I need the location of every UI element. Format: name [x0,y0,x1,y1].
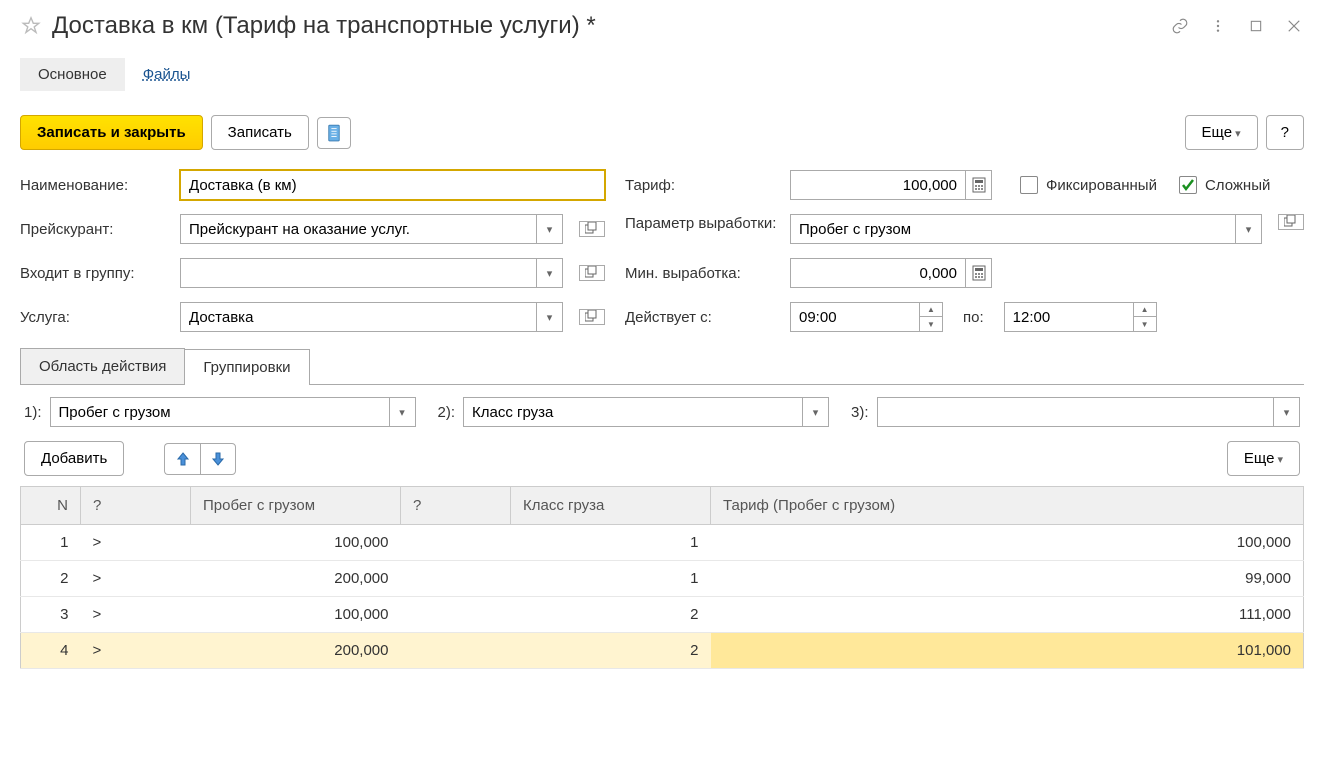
cell-tariff[interactable]: 100,000 [711,525,1304,561]
th-mileage[interactable]: Пробег с грузом [191,487,401,525]
cell-mileage[interactable]: 100,000 [191,525,401,561]
param-dropdown-icon[interactable]: ▾ [1236,214,1262,244]
cell-tariff[interactable]: 99,000 [711,561,1304,597]
tariff-calc-button[interactable] [966,170,992,200]
page-title: Доставка в км (Тариф на транспортные усл… [52,12,1160,40]
th-class[interactable]: Класс груза [511,487,711,525]
save-button[interactable]: Записать [211,115,309,150]
add-button[interactable]: Добавить [24,441,124,476]
min-input[interactable] [790,258,966,288]
cell-n[interactable]: 3 [21,597,81,633]
param-input[interactable] [790,214,1236,244]
th-tariff[interactable]: Тариф (Пробег с грузом) [711,487,1304,525]
help-button[interactable]: ? [1266,115,1304,150]
group1-select[interactable] [50,397,390,427]
tariff-label: Тариф: [625,177,780,194]
cell-n[interactable]: 1 [21,525,81,561]
group-open-button[interactable] [579,265,605,281]
groupings-table[interactable]: N ? Пробег с грузом ? Класс груза Тариф … [20,486,1304,669]
close-icon[interactable] [1284,16,1304,36]
group3-dropdown-icon[interactable]: ▾ [1274,397,1300,427]
group3-label: 3): [851,404,869,421]
pricelist-dropdown-icon[interactable]: ▾ [537,214,563,244]
active-from-label: Действует с: [625,309,780,326]
favorite-star-icon[interactable] [20,15,42,37]
table-row[interactable]: 4>200,000 2101,000 [21,633,1304,669]
cell-class[interactable]: 2 [511,633,711,669]
complex-label: Сложный [1205,177,1270,194]
cell-n[interactable]: 4 [21,633,81,669]
param-open-button[interactable] [1278,214,1304,230]
kebab-menu-icon[interactable] [1208,16,1228,36]
checkbox-checked-icon [1179,176,1197,194]
cell-class[interactable]: 1 [511,561,711,597]
tab-groupings[interactable]: Группировки [184,349,309,385]
th-q1[interactable]: ? [81,487,191,525]
move-down-button[interactable] [200,443,236,475]
cell-q2[interactable] [401,633,511,669]
table-more-button[interactable]: Еще [1227,441,1300,476]
group1-dropdown-icon[interactable]: ▾ [390,397,416,427]
service-label: Услуга: [20,309,170,326]
save-and-close-button[interactable]: Записать и закрыть [20,115,203,150]
cell-q2[interactable] [401,561,511,597]
more-button[interactable]: Еще [1185,115,1258,150]
table-row[interactable]: 1>100,0001100,000 [21,525,1304,561]
pricelist-input[interactable] [180,214,537,244]
group-label: Входит в группу: [20,265,170,282]
link-icon[interactable] [1170,16,1190,36]
cell-mileage[interactable]: 200,000 [191,561,401,597]
subtab-main[interactable]: Основное [20,58,125,91]
time-to-spinner[interactable]: ▲▼ [1134,302,1157,332]
service-input[interactable] [180,302,537,332]
cell-n[interactable]: 2 [21,561,81,597]
group2-select[interactable] [463,397,803,427]
group-input[interactable] [180,258,537,288]
table-row[interactable]: 2>200,000 199,000 [21,561,1304,597]
group1-label: 1): [24,404,42,421]
complex-checkbox[interactable]: Сложный [1179,176,1270,194]
service-dropdown-icon[interactable]: ▾ [537,302,563,332]
cell-q1[interactable]: > [81,597,191,633]
fixed-label: Фиксированный [1046,177,1157,194]
cell-q1[interactable]: > [81,633,191,669]
cell-q1[interactable]: > [81,525,191,561]
group2-dropdown-icon[interactable]: ▾ [803,397,829,427]
cell-q2[interactable] [401,525,511,561]
report-button[interactable] [317,117,351,149]
service-open-button[interactable] [579,309,605,325]
group-dropdown-icon[interactable]: ▾ [537,258,563,288]
cell-mileage[interactable]: 200,000 [191,633,401,669]
checkbox-icon [1020,176,1038,194]
cell-class[interactable]: 1 [511,525,711,561]
min-calc-button[interactable] [966,258,992,288]
time-to-input[interactable] [1004,302,1134,332]
tab-scope[interactable]: Область действия [20,348,185,384]
time-from-input[interactable] [790,302,920,332]
cell-tariff[interactable]: 111,000 [711,597,1304,633]
th-q2[interactable]: ? [401,487,511,525]
time-from-spinner[interactable]: ▲▼ [920,302,943,332]
fixed-checkbox[interactable]: Фиксированный [1020,176,1157,194]
pricelist-open-button[interactable] [579,221,605,237]
param-label: Параметр выработки: [625,214,780,234]
group3-select[interactable] [877,397,1274,427]
cell-tariff[interactable]: 101,000 [711,633,1304,669]
group2-label: 2): [438,404,456,421]
maximize-icon[interactable] [1246,16,1266,36]
th-n[interactable]: N [21,487,81,525]
table-row[interactable]: 3>100,000 2111,000 [21,597,1304,633]
cell-q2[interactable] [401,597,511,633]
cell-mileage[interactable]: 100,000 [191,597,401,633]
tariff-input[interactable] [790,170,966,200]
name-input[interactable] [180,170,605,200]
to-label: по: [963,309,984,326]
move-up-button[interactable] [164,443,200,475]
pricelist-label: Прейскурант: [20,221,170,238]
subtab-files[interactable]: Файлы [125,58,209,91]
min-label: Мин. выработка: [625,265,780,282]
name-label: Наименование: [20,177,170,194]
cell-q1[interactable]: > [81,561,191,597]
cell-class[interactable]: 2 [511,597,711,633]
